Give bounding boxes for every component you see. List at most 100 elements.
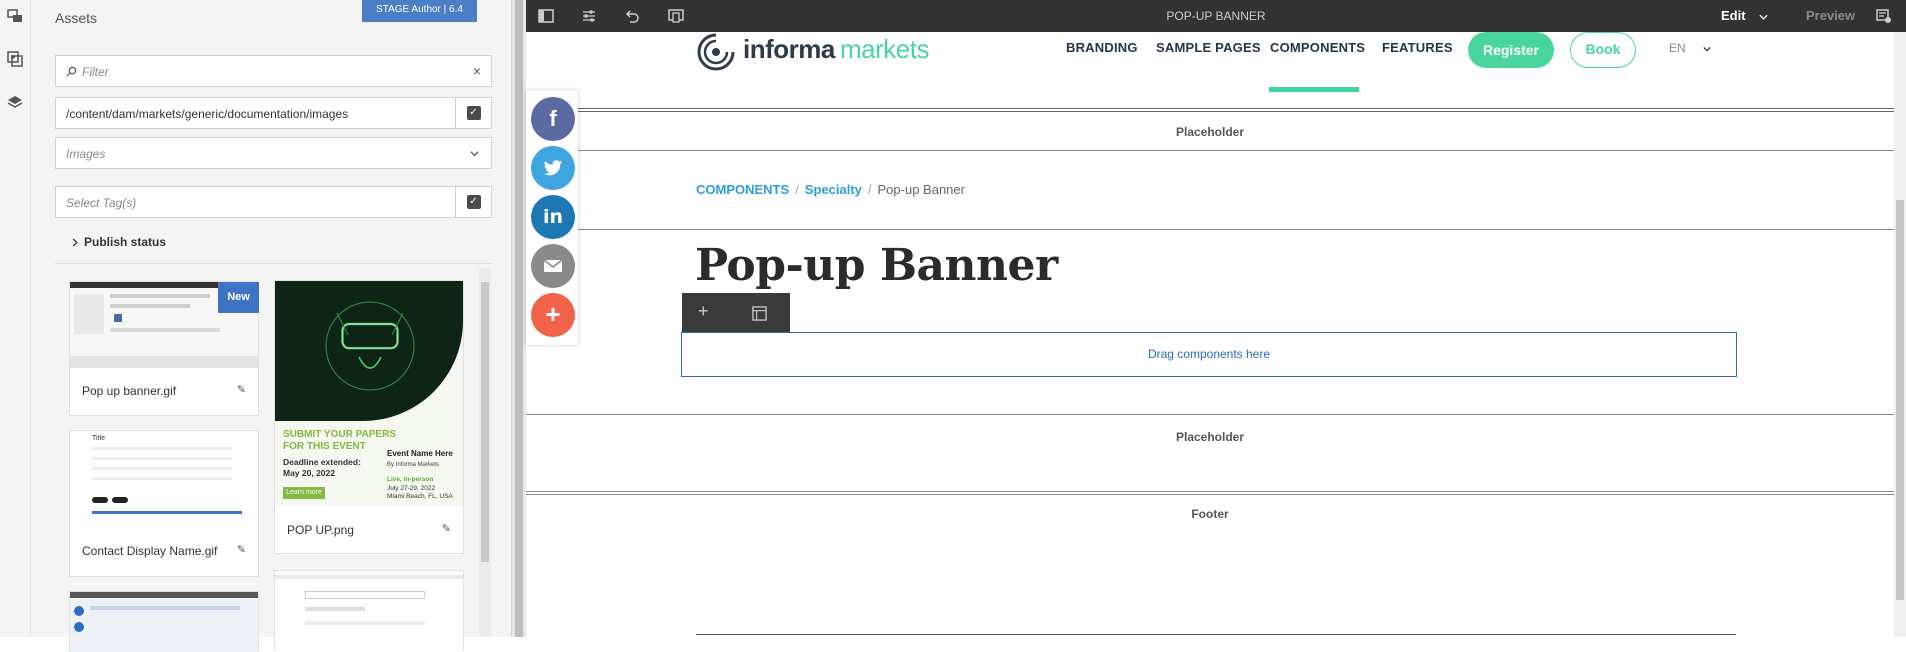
breadcrumb-components[interactable]: COMPONENTS [696, 182, 789, 197]
edit-label: Edit [1721, 8, 1746, 23]
linkedin-icon[interactable]: in [531, 195, 575, 239]
thumb-live: Live, in-person [387, 476, 434, 483]
asset-card[interactable]: Title Contact Display Name.gif ✎ [69, 430, 259, 577]
language-value: EN [1669, 41, 1686, 55]
thumb-event: Event Name Here [387, 449, 453, 458]
drop-zone[interactable]: Drag components here [681, 332, 1737, 377]
tags-checkbox[interactable]: ✓ [455, 187, 491, 217]
placeholder-region[interactable]: Placeholder [526, 430, 1894, 444]
environment-badge: STAGE Author | 6.4 [362, 0, 477, 22]
side-rail [0, 0, 31, 637]
nav-features[interactable]: FEATURES [1382, 40, 1453, 55]
asset-name: Pop up banner.gif [82, 384, 177, 398]
social-share-bar: f in + [526, 90, 578, 345]
assets-panel: Assets STAGE Author | 6.4 Filter × /cont… [31, 0, 511, 652]
tags-field[interactable]: Select Tag(s) ✓ [55, 186, 492, 218]
nav-branding[interactable]: BRANDING [1066, 40, 1138, 55]
path-field[interactable]: /content/dam/markets/generic/documentati… [55, 97, 492, 129]
parent-container-icon[interactable] [752, 306, 767, 321]
twitter-icon[interactable] [531, 146, 575, 190]
informa-logo-icon [697, 33, 735, 71]
breadcrumb-current: Pop-up Banner [877, 182, 965, 197]
chevron-down-icon [1703, 46, 1711, 52]
thumb-by: By Informa Markets [387, 462, 440, 468]
book-button[interactable]: Book [1570, 32, 1636, 68]
nav-active-indicator [1269, 87, 1359, 92]
facebook-icon[interactable]: f [531, 97, 575, 141]
email-icon[interactable] [531, 244, 575, 288]
asset-type-select[interactable]: Images [55, 137, 492, 169]
page-heading: Pop-up Banner [695, 240, 1058, 291]
filter-input[interactable]: Filter × [55, 55, 492, 87]
panel-resize-scrollbar[interactable] [511, 0, 526, 637]
asset-type-value: Images [66, 147, 106, 161]
tags-placeholder: Select Tag(s) [66, 196, 137, 210]
breadcrumb-specialty[interactable]: Specialty [805, 182, 862, 197]
path-value: /content/dam/markets/generic/documentati… [66, 107, 349, 121]
preview-button[interactable]: Preview [1806, 8, 1855, 23]
new-badge: New [218, 282, 259, 313]
separator [696, 634, 1736, 635]
editor-toolbar: POP-UP BANNER Edit Preview [526, 0, 1906, 32]
separator [526, 150, 1894, 151]
placeholder-region[interactable]: Placeholder [526, 125, 1894, 139]
component-toolbar: + [682, 293, 790, 333]
path-checkbox[interactable]: ✓ [455, 98, 491, 128]
separator [526, 111, 1894, 112]
asset-thumbnail: Title [70, 431, 258, 529]
asset-name: POP UP.png [287, 523, 354, 537]
footer-region[interactable]: Footer [526, 507, 1894, 521]
separator [526, 229, 1894, 230]
separator [526, 108, 1894, 109]
asset-name: Contact Display Name.gif [82, 544, 218, 558]
layers-icon[interactable] [7, 94, 23, 110]
asset-thumbnail: SUBMIT YOUR PAPERS FOR THIS EVENT Deadlin… [275, 281, 463, 506]
check-icon: ✓ [466, 195, 481, 209]
check-icon: ✓ [466, 106, 481, 120]
register-button[interactable]: Register [1468, 32, 1554, 68]
separator [526, 491, 1894, 492]
edit-icon[interactable]: ✎ [442, 522, 451, 535]
chevron-down-icon [1759, 14, 1768, 20]
insert-component-icon[interactable]: + [698, 301, 709, 322]
panel-scrollbar[interactable] [479, 268, 491, 637]
thumb-button: Learn more [283, 487, 325, 499]
asset-card[interactable] [69, 591, 259, 652]
language-selector[interactable]: EN [1669, 41, 1711, 55]
filter-placeholder: Filter [82, 65, 109, 79]
chevron-down-icon [470, 151, 479, 157]
annotations-icon[interactable] [1876, 8, 1892, 24]
clear-icon[interactable]: × [473, 63, 481, 79]
share-more-icon[interactable]: + [531, 293, 575, 337]
chevron-right-icon[interactable] [72, 238, 78, 247]
thumb-deadline: Deadline extended: May 20, 2022 [283, 457, 361, 478]
breadcrumb: COMPONENTS / Specialty / Pop-up Banner [696, 182, 965, 197]
separator [526, 414, 1894, 415]
nav-sample-pages[interactable]: SAMPLE PAGES [1156, 40, 1261, 55]
asset-thumbnail [275, 571, 463, 651]
asset-card[interactable] [274, 570, 464, 651]
separator [526, 494, 1894, 495]
edit-icon[interactable]: ✎ [237, 383, 246, 396]
vr-headset-graphic [325, 301, 415, 391]
asset-thumbnail [70, 592, 258, 652]
edit-mode-dropdown[interactable]: Edit [1721, 8, 1768, 23]
logo-word-markets: markets [840, 34, 929, 64]
thumb-headline: SUBMIT YOUR PAPERS FOR THIS EVENT [283, 429, 396, 452]
components-icon[interactable] [7, 51, 23, 67]
page-title: POP-UP BANNER [1166, 9, 1266, 23]
nav-components[interactable]: COMPONENTS [1270, 40, 1365, 55]
logo-word-informa: informa [743, 34, 835, 64]
publish-status-toggle[interactable]: Publish status [84, 235, 166, 249]
asset-card[interactable]: SUBMIT YOUR PAPERS FOR THIS EVENT Deadlin… [274, 280, 464, 554]
asset-card[interactable]: New Pop up banner.gif ✎ [69, 281, 259, 416]
divider [55, 263, 492, 264]
thumb-dates: July 27-29, 2022 [387, 485, 436, 492]
asset-finder-icon[interactable] [7, 8, 23, 24]
page-scrollbar[interactable] [1894, 32, 1906, 637]
edit-icon[interactable]: ✎ [237, 543, 246, 556]
thumb-place: Miami Beach, FL, USA [387, 493, 453, 500]
page-canvas: informa markets BRANDING SAMPLE PAGES CO… [526, 32, 1894, 637]
search-icon [66, 66, 77, 77]
panel-title: Assets [55, 10, 98, 26]
